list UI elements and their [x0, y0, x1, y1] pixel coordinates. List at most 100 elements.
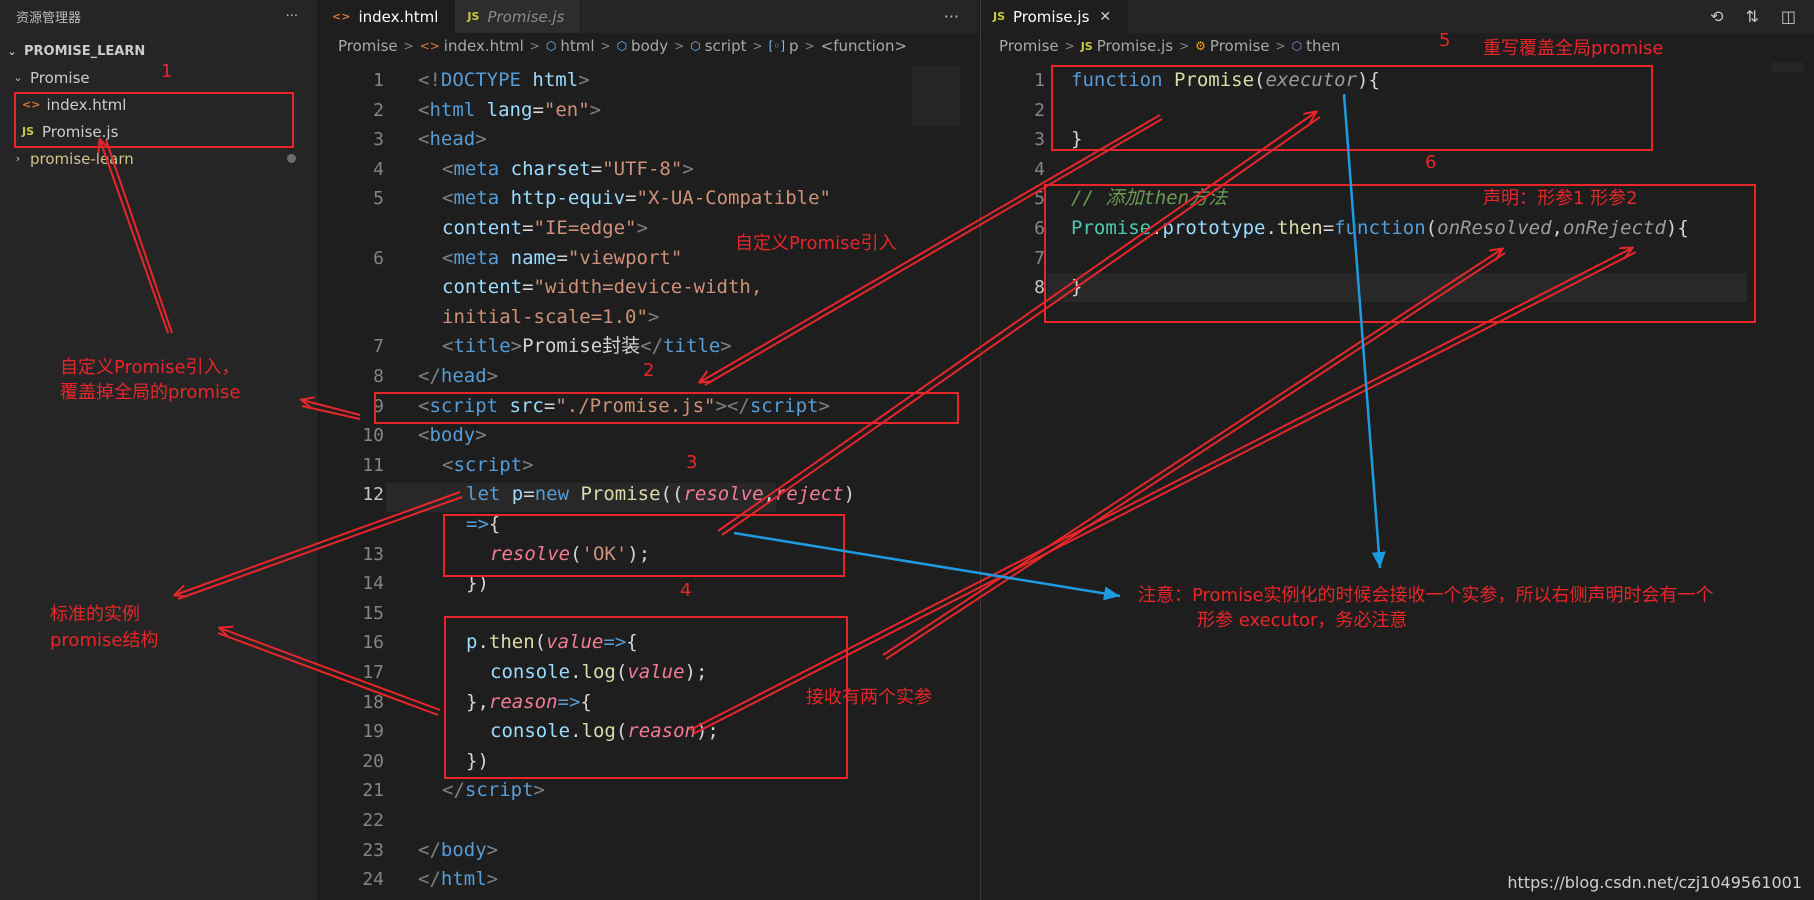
breadcrumb: Promise > <> index.html > ⬡ html > ⬡ body > ⬡ sc…	[320, 33, 977, 59]
js-file-icon: JS	[993, 10, 1006, 23]
annotation-receive-two: 接收有两个实参	[806, 687, 932, 708]
chevron-right-icon: >	[752, 39, 763, 53]
line-number: 16	[362, 632, 384, 654]
code-line: </body>	[418, 838, 499, 861]
line-number: 17	[362, 662, 384, 683]
line-number: 21	[362, 780, 384, 802]
element-icon: ⬡	[545, 39, 557, 53]
modified-dot-icon	[287, 154, 296, 163]
tab-promise-js[interactable]: JS Promise.js	[455, 0, 582, 33]
code-line: <script>	[442, 453, 534, 476]
watermark: https://blog.csdn.net/czj1049561001	[1507, 873, 1802, 892]
annotation-declare-params: 声明：形参1 形参2	[1483, 188, 1638, 209]
line-number: 7	[1034, 247, 1045, 269]
line-number: 18	[362, 691, 384, 713]
tab-actions: ⟲ ⇅ ◫	[1710, 0, 1796, 33]
code-line: <!DOCTYPE html>	[418, 69, 590, 91]
folder-promise-learn[interactable]: › promise-learn	[0, 145, 318, 172]
annotation-box-1	[14, 92, 294, 148]
split-editor-icon[interactable]: ◫	[1781, 7, 1796, 26]
breadcrumb-item[interactable]: script	[705, 37, 747, 55]
explorer-header: 资源管理器 ···	[0, 0, 318, 32]
line-number: 24	[362, 869, 384, 891]
line-number: 8	[373, 366, 384, 387]
breadcrumb-item[interactable]: body	[631, 37, 668, 55]
element-icon: ⬡	[690, 39, 701, 53]
annotation-override-1: 自定义Promise引入，	[60, 357, 240, 378]
breadcrumb-item[interactable]: Promise	[338, 37, 398, 55]
line-number: 12	[362, 484, 384, 506]
breadcrumb: Promise > JS Promise.js > ⚙ Promise > ⬡ then	[981, 33, 1814, 59]
annotation-box-4	[444, 616, 848, 779]
tab-label: Promise.js	[487, 7, 565, 26]
chevron-down-icon: ⌄	[7, 44, 17, 58]
close-icon[interactable]: ✕	[1099, 9, 1111, 25]
code-line: <meta charset="UTF-8">	[442, 157, 694, 180]
code-line: <body>	[418, 424, 487, 447]
chevron-right-icon: >	[674, 39, 685, 53]
line-number: 5	[373, 188, 384, 210]
annotation-number: 3	[686, 452, 698, 473]
code-line: let p=new Promise((resolve,reject)	[466, 483, 856, 506]
code-line: content="IE=edge">	[442, 217, 648, 239]
minimap[interactable]	[1771, 62, 1803, 72]
code-line: initial-scale=1.0">	[442, 305, 660, 328]
class-icon: ⚙	[1195, 39, 1206, 53]
more-actions-icon[interactable]: ···	[286, 9, 298, 24]
method-icon: ⬡	[1291, 39, 1303, 53]
code-line: <head>	[418, 128, 487, 151]
chevron-right-icon: ›	[15, 152, 21, 165]
breadcrumb-item[interactable]: then	[1306, 37, 1340, 55]
line-number: 10	[362, 425, 384, 447]
annotation-box-3	[443, 514, 845, 577]
breadcrumb-item[interactable]: html	[560, 37, 594, 55]
minimap[interactable]	[912, 66, 960, 126]
compare-icon[interactable]: ⇅	[1745, 7, 1758, 26]
annotation-box-2	[374, 392, 959, 424]
tab-promise-js[interactable]: JS Promise.js ✕	[981, 0, 1129, 33]
annotation-standard-1: 标准的实例	[50, 604, 140, 625]
tab-bar: JS Promise.js ✕ ⟲ ⇅ ◫	[981, 0, 1814, 33]
line-number: 6	[1034, 218, 1045, 239]
annotation-note-1: 注意：Promise实例化的时候会接收一个实参，所以右侧声明时会有一个	[1138, 585, 1714, 606]
line-number: 14	[362, 573, 384, 595]
folder-label: promise-learn	[30, 149, 134, 168]
line-number: 6	[373, 247, 384, 269]
code-line: </head>	[418, 365, 499, 387]
breadcrumb-item[interactable]: index.html	[444, 37, 524, 55]
line-number: 3	[1034, 129, 1045, 151]
breadcrumb-item[interactable]: Promise.js	[1097, 37, 1173, 55]
line-number: 22	[362, 810, 384, 831]
js-file-icon: JS	[467, 10, 480, 23]
folder-promise[interactable]: ⌄ Promise	[0, 64, 318, 91]
line-number: 4	[1034, 158, 1045, 180]
annotation-number: 4	[680, 580, 692, 601]
breadcrumb-item[interactable]: p	[789, 37, 799, 55]
breadcrumb-item[interactable]: Promise	[1210, 37, 1270, 55]
line-number: 7	[373, 336, 384, 358]
breadcrumb-item[interactable]: Promise	[999, 37, 1059, 55]
more-actions-icon[interactable]: ···	[944, 7, 959, 26]
chevron-right-icon: >	[1179, 39, 1190, 53]
tab-actions: ···	[944, 0, 959, 33]
chevron-right-icon: >	[804, 39, 815, 53]
code-line: </html>	[418, 868, 499, 891]
workspace-label: PROMISE_LEARN	[24, 43, 146, 59]
annotation-number: 2	[643, 360, 655, 381]
annotation-rewrite-global: 重写覆盖全局promise	[1483, 38, 1664, 59]
line-number: 2	[1034, 99, 1045, 121]
line-number: 13	[362, 543, 384, 565]
history-icon[interactable]: ⟲	[1710, 7, 1723, 26]
annotation-number: 6	[1425, 152, 1437, 173]
annotation-box-6	[1044, 184, 1756, 323]
chevron-right-icon: >	[600, 39, 611, 53]
workspace-section[interactable]: ⌄ PROMISE_LEARN	[0, 38, 318, 64]
tab-index-html[interactable]: <> index.html	[320, 0, 456, 33]
line-number: 4	[373, 158, 384, 180]
line-number: 8	[1034, 277, 1045, 299]
annotation-standard-2: promise结构	[50, 630, 159, 651]
annotation-note-2: 形参 executor，务必注意	[1197, 610, 1408, 631]
breadcrumb-item[interactable]: <function>	[821, 37, 907, 55]
line-number: 23	[362, 839, 384, 861]
code-line: </script>	[442, 779, 545, 802]
